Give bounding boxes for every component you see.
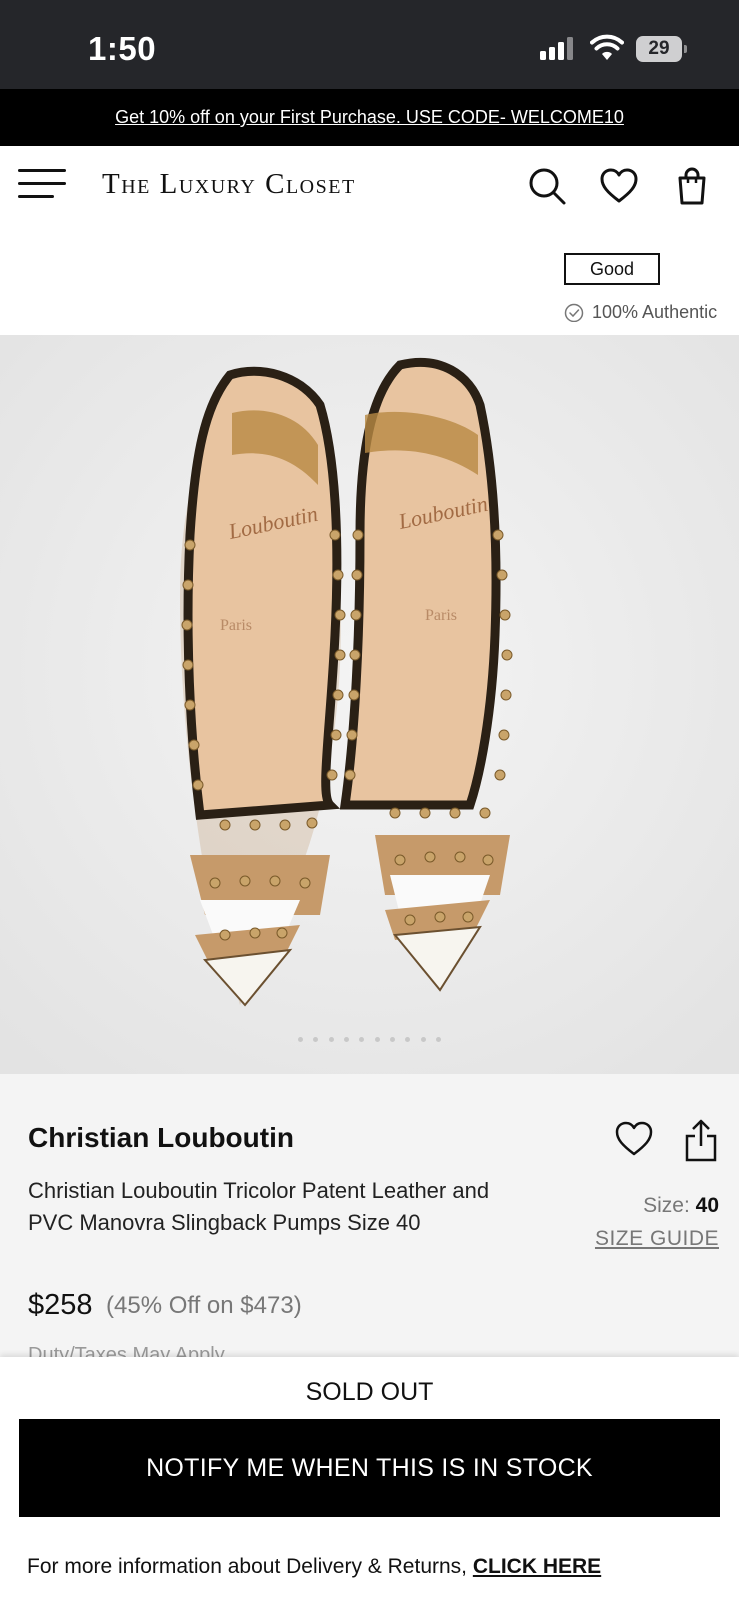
wishlist-heart-icon[interactable] xyxy=(614,1120,654,1158)
search-icon[interactable] xyxy=(527,166,567,206)
battery-level: 29 xyxy=(636,36,682,62)
check-circle-icon xyxy=(564,303,584,322)
wifi-icon xyxy=(590,34,624,60)
size-guide-link[interactable]: SIZE GUIDE xyxy=(595,1227,719,1251)
authentic-text: 100% Authentic xyxy=(592,302,718,322)
battery-icon: 29 xyxy=(636,36,688,62)
carousel-dot[interactable] xyxy=(420,1037,426,1042)
sold-out-label: SOLD OUT xyxy=(305,1378,434,1406)
share-icon[interactable] xyxy=(684,1118,718,1162)
info-text: For more information about Delivery & Re… xyxy=(27,1555,473,1578)
site-header: The Luxury Closet xyxy=(0,146,739,226)
status-time: 1:50 xyxy=(88,30,157,67)
cellular-signal-icon xyxy=(540,36,578,60)
shoes-image: Louboutin Paris Louboutin Paris xyxy=(0,335,739,1074)
carousel-dot[interactable] xyxy=(390,1037,396,1042)
size-label: Size: xyxy=(643,1194,696,1217)
promo-text[interactable]: Get 10% off on your First Purchase. USE … xyxy=(115,107,624,127)
svg-text:Paris: Paris xyxy=(220,617,252,634)
notify-me-button[interactable]: NOTIFY ME WHEN THIS IS IN STOCK xyxy=(19,1419,720,1517)
size-value: 40 xyxy=(695,1194,719,1217)
product-price: $258 xyxy=(28,1289,93,1321)
site-logo[interactable]: The Luxury Closet xyxy=(102,168,356,201)
promo-banner[interactable]: Get 10% off on your First Purchase. USE … xyxy=(0,89,739,146)
carousel-dot[interactable] xyxy=(436,1037,442,1042)
product-brand[interactable]: Christian Louboutin xyxy=(28,1122,294,1154)
menu-icon[interactable] xyxy=(18,169,66,199)
bag-icon[interactable] xyxy=(672,166,712,206)
status-bar: 1:50 29 xyxy=(0,0,739,89)
condition-badge: Good xyxy=(564,253,660,285)
carousel-dot[interactable] xyxy=(343,1037,349,1042)
delivery-returns-info: For more information about Delivery & Re… xyxy=(27,1555,601,1579)
carousel-dot[interactable] xyxy=(328,1037,334,1042)
carousel-dot[interactable] xyxy=(374,1037,380,1042)
carousel-dot[interactable] xyxy=(313,1037,319,1042)
svg-text:Paris: Paris xyxy=(425,607,457,624)
product-title: Christian Louboutin Tricolor Patent Leat… xyxy=(28,1178,490,1235)
carousel-dot[interactable] xyxy=(359,1037,365,1042)
carousel-dot[interactable] xyxy=(297,1037,303,1042)
product-size: Size: 40 xyxy=(643,1194,719,1218)
image-carousel-dots[interactable] xyxy=(0,1037,739,1045)
heart-icon[interactable] xyxy=(599,166,639,206)
product-discount: (45% Off on $473) xyxy=(106,1292,302,1319)
product-image[interactable]: Louboutin Paris Louboutin Paris xyxy=(0,335,739,1074)
click-here-link[interactable]: CLICK HERE xyxy=(473,1555,601,1578)
carousel-dot[interactable] xyxy=(405,1037,411,1042)
